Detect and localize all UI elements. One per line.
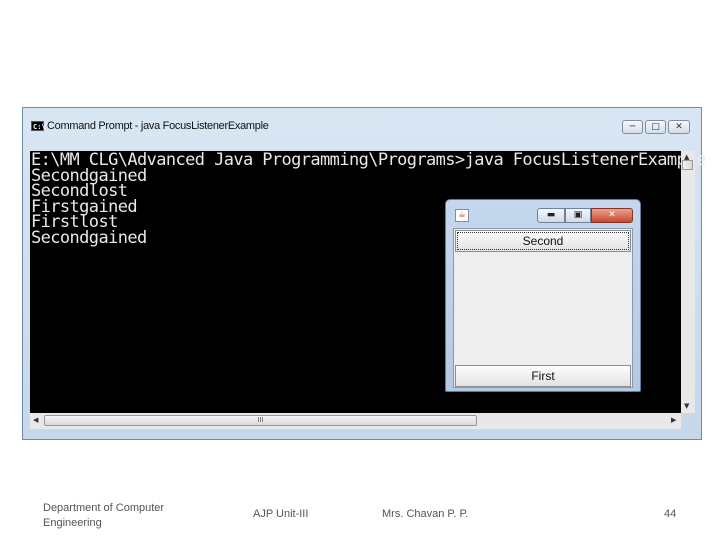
frame-maximize-button[interactable]: ▣ [565,208,591,223]
maximize-icon: □ [651,122,660,132]
java-coffee-cup-icon: ☕ [455,209,469,222]
minimize-icon: ─ [629,122,636,132]
footer-unit: AJP Unit-III [253,508,309,520]
cmd-minimize-button[interactable]: ─ [622,120,643,134]
horizontal-scrollbar[interactable]: ◀ III ▶ [30,413,681,429]
vertical-scroll-thumb[interactable] [682,160,693,170]
close-icon: ✕ [675,122,683,132]
second-button[interactable]: Second [455,230,631,252]
frame-content-pane: Second First [453,228,633,388]
scroll-down-arrow-icon[interactable]: ▼ [684,402,689,410]
minimize-icon: ▬ [546,210,556,220]
cmd-title-bar[interactable]: C:\ Command Prompt - java FocusListenerE… [23,108,701,142]
vertical-scrollbar[interactable]: ▲ ▼ [681,151,695,413]
console-line: Secondgained [31,227,147,248]
java-frame-window: ☕ ▬ ▣ ✕ Second First [445,199,641,392]
scroll-left-arrow-icon[interactable]: ◀ [33,416,38,424]
footer-page-number: 44 [664,508,677,520]
cmd-app-icon: C:\ [31,121,46,131]
cmd-close-button[interactable]: ✕ [668,120,690,134]
maximize-icon: ▣ [573,210,583,220]
scroll-right-arrow-icon[interactable]: ▶ [671,416,676,424]
footer-department: Department of Computer Engineering [43,502,165,529]
close-icon: ✕ [608,210,616,220]
cmd-maximize-button[interactable]: □ [645,120,666,134]
scroll-grip-icon: III [257,416,264,424]
horizontal-scroll-thumb[interactable]: III [44,415,477,426]
frame-close-button[interactable]: ✕ [591,208,633,223]
cmd-window-title: Command Prompt - java FocusListenerExamp… [47,120,269,132]
footer-author: Mrs. Chavan P. P. [382,508,469,520]
frame-minimize-button[interactable]: ▬ [537,208,565,223]
first-button[interactable]: First [455,365,631,387]
